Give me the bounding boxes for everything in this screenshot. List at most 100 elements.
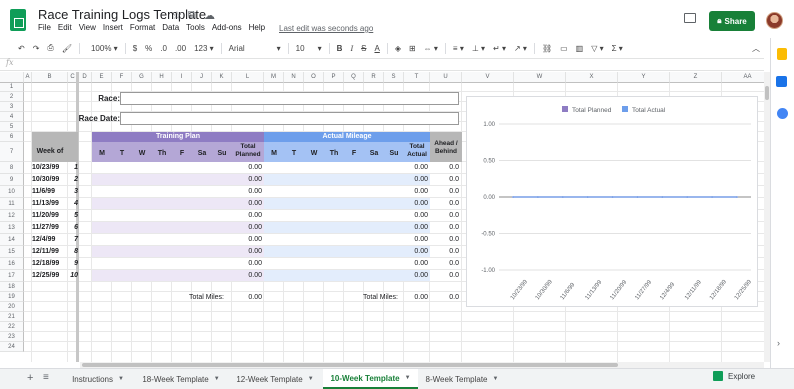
- total-planned-value[interactable]: 0.00: [232, 186, 262, 198]
- insert-comment-icon[interactable]: ▭: [556, 44, 572, 53]
- column-header[interactable]: K: [212, 72, 232, 83]
- week-date[interactable]: 12/25/99: [32, 270, 68, 282]
- move-folder-icon[interactable]: ⧉: [188, 9, 196, 22]
- row-header[interactable]: 14: [0, 234, 24, 246]
- percent-format-button[interactable]: %: [141, 44, 156, 53]
- tab-8-week-template[interactable]: 8-Week Template ▼: [418, 369, 506, 389]
- week-date[interactable]: 12/4/99: [32, 234, 68, 246]
- ahead-behind-value[interactable]: 0.0: [430, 246, 459, 258]
- column-header[interactable]: J: [192, 72, 212, 83]
- week-date[interactable]: 11/6/99: [32, 186, 68, 198]
- ahead-behind-value[interactable]: 0.0: [430, 174, 459, 186]
- text-color-button[interactable]: A: [370, 44, 383, 53]
- column-header[interactable]: R: [364, 72, 384, 83]
- column-header[interactable]: T: [404, 72, 430, 83]
- menu-data[interactable]: Data: [162, 23, 179, 32]
- text-rotation-icon[interactable]: ↗ ▾: [510, 44, 531, 53]
- week-number[interactable]: 8: [68, 246, 78, 258]
- horizontal-scroll-thumb[interactable]: [82, 363, 618, 367]
- total-actual-value[interactable]: 0.00: [404, 222, 428, 234]
- column-header[interactable]: W: [514, 72, 566, 83]
- week-number[interactable]: 10: [68, 270, 78, 282]
- vertical-align-icon[interactable]: ⊥ ▾: [468, 44, 489, 53]
- redo-icon[interactable]: ↷: [29, 44, 44, 53]
- total-actual-value[interactable]: 0.00: [404, 258, 428, 270]
- total-planned-value[interactable]: 0.00: [232, 210, 262, 222]
- column-header[interactable]: H: [152, 72, 172, 83]
- column-header[interactable]: F: [112, 72, 132, 83]
- week-date[interactable]: 11/20/99: [32, 210, 68, 222]
- week-number[interactable]: 3: [68, 186, 78, 198]
- week-date[interactable]: 11/27/99: [32, 222, 68, 234]
- column-header[interactable]: G: [132, 72, 152, 83]
- column-header[interactable]: I: [172, 72, 192, 83]
- merge-cells-icon[interactable]: ⇔ ▾: [420, 44, 442, 53]
- column-header[interactable]: Z: [670, 72, 722, 83]
- row-header[interactable]: 17: [0, 270, 24, 282]
- column-header[interactable]: A: [24, 72, 32, 83]
- horizontal-align-icon[interactable]: ≡ ▾: [449, 44, 468, 53]
- week-date[interactable]: 10/23/99: [32, 162, 68, 174]
- currency-format-button[interactable]: $: [129, 44, 141, 53]
- star-icon[interactable]: ☆: [172, 9, 182, 22]
- row-header[interactable]: 20: [0, 302, 24, 312]
- tab-18-week-template[interactable]: 18-Week Template ▼: [134, 369, 228, 389]
- column-header[interactable]: P: [324, 72, 344, 83]
- more-formats-button[interactable]: 123 ▾: [190, 44, 218, 53]
- tab-instructions[interactable]: Instructions ▼: [62, 369, 134, 389]
- increase-decimal-button[interactable]: .00: [171, 44, 190, 53]
- ahead-behind-value[interactable]: 0.0: [430, 162, 459, 174]
- row-header[interactable]: 12: [0, 210, 24, 222]
- tab-10-week-template[interactable]: 10-Week Template ▼: [323, 369, 418, 389]
- total-actual-value[interactable]: 0.00: [404, 162, 428, 174]
- menu-help[interactable]: Help: [249, 23, 265, 32]
- column-header[interactable]: L: [232, 72, 264, 83]
- row-header[interactable]: 11: [0, 198, 24, 210]
- total-actual-value[interactable]: 0.00: [404, 234, 428, 246]
- week-number[interactable]: 2: [68, 174, 78, 186]
- row-header[interactable]: 19: [0, 292, 24, 302]
- week-number[interactable]: 1: [68, 162, 78, 174]
- text-wrap-icon[interactable]: ↵ ▾: [489, 44, 510, 53]
- all-sheets-icon[interactable]: ≡: [43, 372, 49, 383]
- column-header[interactable]: B: [32, 72, 68, 83]
- row-header[interactable]: 15: [0, 246, 24, 258]
- race-date-input[interactable]: [120, 112, 459, 125]
- row-header[interactable]: 9: [0, 174, 24, 186]
- row-header[interactable]: 16: [0, 258, 24, 270]
- row-header[interactable]: 3: [0, 102, 24, 112]
- menu-tools[interactable]: Tools: [186, 23, 205, 32]
- ahead-behind-value[interactable]: 0.0: [430, 234, 459, 246]
- row-header[interactable]: 22: [0, 322, 24, 332]
- collapse-menu-icon[interactable]: ︿: [748, 43, 764, 54]
- row-header[interactable]: 18: [0, 282, 24, 292]
- column-header[interactable]: AA: [722, 72, 764, 83]
- week-number[interactable]: 5: [68, 210, 78, 222]
- ahead-behind-value[interactable]: 0.0: [430, 270, 459, 282]
- paint-format-icon[interactable]: 🖌︎: [58, 44, 76, 53]
- ahead-behind-value[interactable]: 0.0: [430, 258, 459, 270]
- tasks-icon[interactable]: [777, 108, 788, 119]
- total-actual-value[interactable]: 0.00: [404, 186, 428, 198]
- week-date[interactable]: 10/30/99: [32, 174, 68, 186]
- row-header[interactable]: 5: [0, 122, 24, 132]
- column-header[interactable]: S: [384, 72, 404, 83]
- total-actual-value[interactable]: 0.00: [404, 246, 428, 258]
- week-number[interactable]: 7: [68, 234, 78, 246]
- ahead-behind-value[interactable]: 0.0: [430, 222, 459, 234]
- keep-icon[interactable]: [777, 48, 787, 60]
- zoom-select[interactable]: 100% ▾: [83, 44, 122, 53]
- column-header[interactable]: Y: [618, 72, 670, 83]
- week-date[interactable]: 12/11/99: [32, 246, 68, 258]
- week-number[interactable]: 4: [68, 198, 78, 210]
- week-date[interactable]: 12/18/99: [32, 258, 68, 270]
- print-icon[interactable]: ⎙: [43, 43, 57, 53]
- font-size-select[interactable]: 10 ▾: [292, 44, 326, 53]
- explore-button[interactable]: Explore: [713, 371, 755, 381]
- menu-insert[interactable]: Insert: [103, 23, 123, 32]
- italic-button[interactable]: I: [346, 44, 357, 53]
- total-planned-value[interactable]: 0.00: [232, 222, 262, 234]
- line-chart[interactable]: Total Planned Total Actual 1.00 0.50 0.00 -0.…: [466, 96, 758, 307]
- filter-icon[interactable]: ▽ ▾: [587, 44, 607, 53]
- week-number[interactable]: 6: [68, 222, 78, 234]
